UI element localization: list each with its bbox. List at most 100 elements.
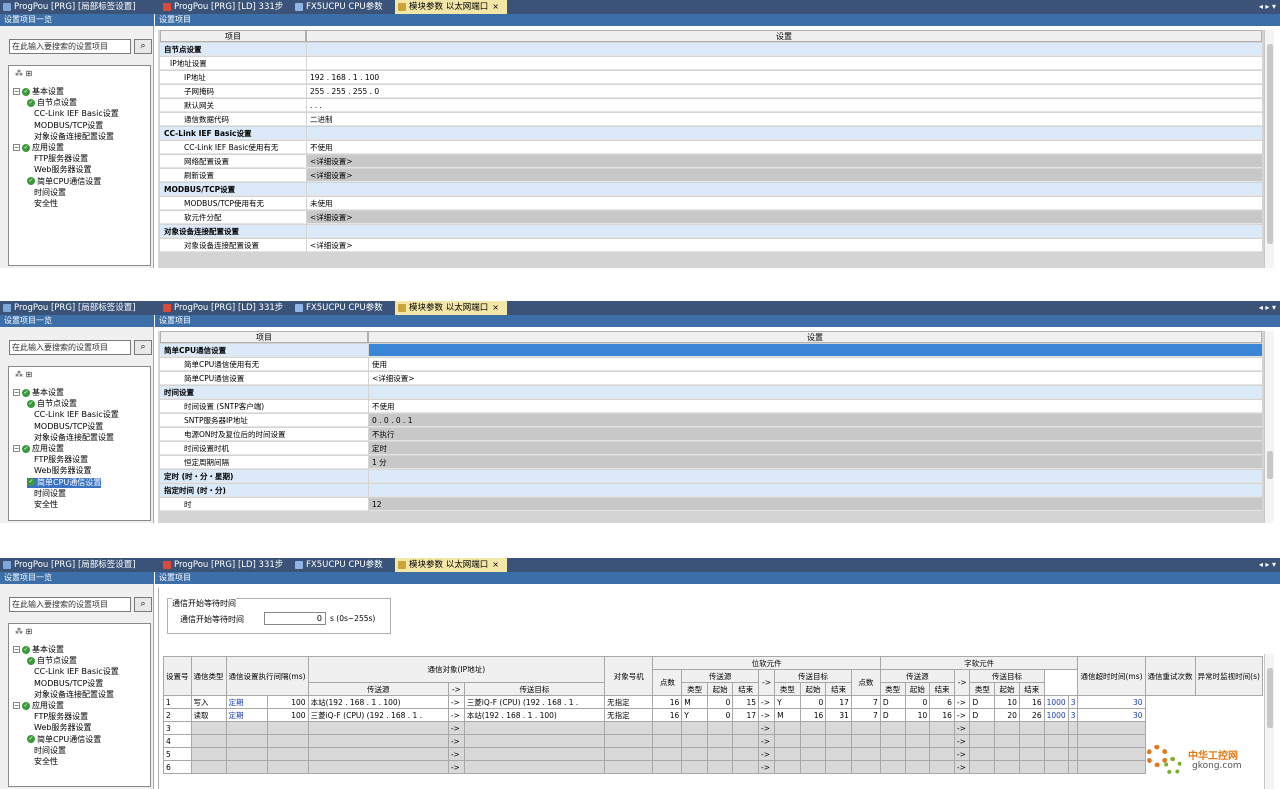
cell-b-e[interactable]: 17 (732, 708, 760, 722)
cell-timeout[interactable]: 1000 (1043, 695, 1069, 709)
cell-w-pts[interactable]: 7 (850, 708, 881, 722)
tree-item-ftp[interactable]: FTP服务器设置 (34, 154, 88, 164)
setting-row[interactable]: 时间设置时机 定时 (158, 442, 1274, 455)
setting-row[interactable]: 电源ON时及复位后的时间设置 不执行 (158, 428, 1274, 441)
tree-item-basic[interactable]: − ✓ 基本设置 (13, 388, 64, 398)
cell-b-e[interactable] (732, 760, 760, 774)
table-row[interactable]: 3 -> -> -> (163, 721, 1263, 735)
cell-b-de[interactable] (825, 760, 852, 774)
table-row[interactable]: 5 -> -> -> (163, 747, 1263, 761)
cell-b-ds[interactable] (799, 760, 827, 774)
cell-b-s[interactable] (706, 721, 734, 735)
tree-item-security[interactable]: 安全性 (34, 500, 58, 510)
cell-ctype[interactable]: 读取 (190, 708, 227, 722)
cell-w-e[interactable]: 6 (929, 695, 955, 709)
tree-item-ftp[interactable]: FTP服务器设置 (34, 455, 88, 465)
cell-b-pts[interactable]: 16 (652, 695, 683, 709)
cell-w-s[interactable] (904, 721, 931, 735)
setting-value[interactable]: 不使用 (369, 400, 1262, 413)
cell-interval[interactable] (267, 760, 309, 774)
cell-mode[interactable] (225, 747, 269, 761)
tab-cpu-param[interactable]: FX5UCPU CPU参数 (292, 0, 392, 14)
setting-value[interactable]: 不使用 (307, 141, 1262, 154)
cell-w-ds[interactable] (994, 734, 1020, 748)
tree-item-web[interactable]: Web服务器设置 (34, 165, 91, 175)
tree-item-simple-cpu[interactable]: ✓ 简单CPU通信设置 (27, 477, 102, 488)
tree-item-own-node[interactable]: ✓ 自节点设置 (27, 656, 77, 666)
table-row[interactable]: 1 写入 定期 100 本站(192 . 168 . 1 . 100) -> 三菱iQ-F … (163, 695, 1263, 709)
close-icon[interactable]: × (492, 560, 499, 569)
collapse-icon[interactable]: − (13, 144, 20, 151)
cell-src[interactable] (307, 721, 449, 735)
setting-value[interactable]: <详细设置> (307, 155, 1262, 168)
cell-retry[interactable] (1067, 734, 1079, 748)
cell-interval[interactable] (267, 721, 309, 735)
setting-row[interactable]: 时间设置 (SNTP客户端) 不使用 (158, 400, 1274, 413)
cell-interval[interactable] (267, 747, 309, 761)
tree-item-simple-cpu[interactable]: ✓ 简单CPU通信设置 (27, 177, 101, 187)
cell-w-ds[interactable] (994, 760, 1020, 774)
cell-w-e[interactable] (929, 760, 955, 774)
cell-w-st[interactable] (879, 747, 906, 761)
cell-obj[interactable] (604, 721, 654, 735)
setting-row[interactable]: MODBUS/TCP使用有无 未使用 (158, 197, 1274, 210)
cell-no[interactable]: 4 (163, 734, 192, 748)
setting-value[interactable]: 不执行 (369, 428, 1262, 441)
cell-w-st[interactable]: D (879, 695, 906, 709)
table-row[interactable]: 6 -> -> -> (163, 760, 1263, 774)
cell-w-pts[interactable] (850, 721, 881, 735)
cell-b-e[interactable] (732, 747, 760, 761)
cell-b-dt[interactable] (774, 734, 801, 748)
cell-b-pts[interactable]: 16 (652, 708, 683, 722)
binoculars-icon[interactable]: ⌕ (134, 597, 152, 612)
cell-monitor[interactable] (1077, 747, 1146, 761)
cell-b-st[interactable]: M (681, 695, 708, 709)
cell-timeout[interactable] (1043, 760, 1069, 774)
setting-value[interactable]: 192 . 168 . 1 . 100 (307, 71, 1262, 84)
cell-w-e[interactable] (929, 721, 955, 735)
cell-retry[interactable] (1067, 747, 1079, 761)
setting-row[interactable]: IP地址 192 . 168 . 1 . 100 (158, 71, 1274, 84)
cell-w-de[interactable]: 26 (1018, 708, 1045, 722)
cell-w-pts[interactable]: 7 (850, 695, 881, 709)
cell-b-st[interactable] (681, 747, 708, 761)
cell-w-pts[interactable] (850, 760, 881, 774)
vertical-scrollbar[interactable] (1264, 30, 1274, 268)
cell-w-st[interactable]: D (879, 708, 906, 722)
tree-item-target[interactable]: 对象设备连接配置设置 (34, 433, 114, 443)
cell-src[interactable] (307, 760, 449, 774)
wait-time-input[interactable]: 0 (264, 612, 326, 625)
setting-value[interactable]: 0 . 0 . 0 . 1 (369, 414, 1262, 427)
setting-value[interactable]: 255 . 255 . 255 . 0 (307, 85, 1262, 98)
cell-b-st[interactable] (681, 760, 708, 774)
cell-w-st[interactable] (879, 760, 906, 774)
scrollbar-thumb[interactable] (1267, 668, 1273, 728)
tab-ladder[interactable]: ProgPou [PRG] [LD] 331步 (160, 0, 290, 14)
tab-cpu-param[interactable]: FX5UCPU CPU参数 (292, 558, 392, 572)
tab-module-param[interactable]: 模块参数 以太网端口 × (395, 301, 507, 315)
cell-timeout[interactable]: 1000 (1043, 708, 1069, 722)
cell-b-dt[interactable]: Y (774, 695, 801, 709)
cell-b-st[interactable] (681, 721, 708, 735)
cell-w-dt[interactable] (969, 721, 996, 735)
tree-item-target[interactable]: 对象设备连接配置设置 (34, 690, 114, 700)
cell-w-s[interactable]: 10 (904, 708, 931, 722)
setting-row[interactable]: 简单CPU通信使用有无 使用 (158, 358, 1274, 371)
cell-w-pts[interactable] (850, 734, 881, 748)
cell-b-dt[interactable] (774, 721, 801, 735)
tree-item-modbus[interactable]: MODBUS/TCP设置 (34, 679, 103, 689)
setting-row[interactable]: 恒定周期间隔 1 分 (158, 456, 1274, 469)
setting-value[interactable] (307, 225, 1262, 238)
setting-row[interactable]: 自节点设置 (158, 43, 1274, 56)
setting-value[interactable] (307, 183, 1262, 196)
cell-timeout[interactable] (1043, 747, 1069, 761)
table-row[interactable]: 2 读取 定期 100 三菱iQ-F (CPU) (192 . 168 . 1 . -> 本… (163, 708, 1263, 722)
tree-item-cclink[interactable]: CC-Link IEF Basic设置 (34, 410, 119, 420)
tab-table[interactable]: ProgPou [PRG] [局部标签设置] (0, 558, 158, 572)
tree-toolbar[interactable]: ⁂ ⊞ (15, 370, 32, 379)
tab-ladder[interactable]: ProgPou [PRG] [LD] 331步 (160, 558, 290, 572)
tree-item-time[interactable]: 时间设置 (34, 188, 66, 198)
cell-dst[interactable]: 本站(192 . 168 . 1 . 100) (463, 708, 606, 722)
setting-row[interactable]: 刷新设置 <详细设置> (158, 169, 1274, 182)
cell-no[interactable]: 2 (163, 708, 192, 722)
